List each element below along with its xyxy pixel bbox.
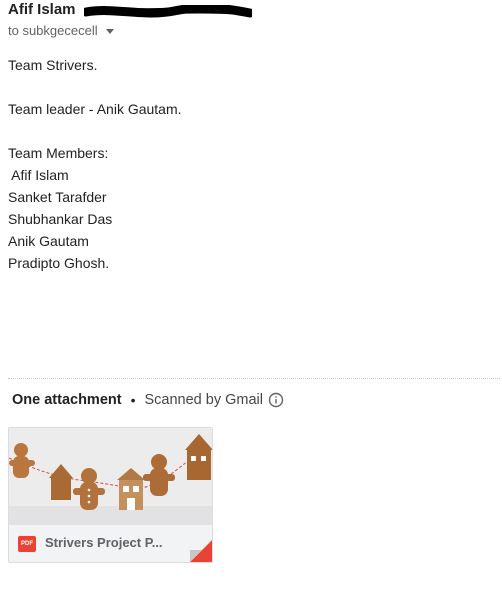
attachment-filename[interactable]: Strivers Project P... xyxy=(45,535,163,550)
body-line: Team Strivers. xyxy=(8,57,98,73)
scanned-label: Scanned by Gmail xyxy=(144,392,263,408)
body-line: Shubhankar Das xyxy=(8,211,113,227)
redacted-email-scribble xyxy=(84,5,252,18)
separator-dot: • xyxy=(130,392,136,408)
pdf-icon: PDF xyxy=(18,536,36,552)
body-line: Team leader - Anik Gautam. xyxy=(8,101,182,117)
body-line: Sanket Tarafder xyxy=(8,189,107,205)
body-line: Afif Islam xyxy=(8,167,69,183)
recipient-label: to subkgececell xyxy=(8,23,98,38)
body-line: Anik Gautam xyxy=(8,233,89,249)
attachments-divider xyxy=(8,378,500,379)
chevron-down-icon[interactable] xyxy=(105,29,114,34)
body-line: Team Members: xyxy=(8,145,109,161)
attachments-header: One attachment • Scanned by Gmail xyxy=(12,392,284,408)
message-body: Team Strivers. Team leader - Anik Gautam… xyxy=(8,54,182,274)
attachment-footer[interactable]: PDF Strivers Project P... xyxy=(9,525,212,562)
attachment-thumbnail[interactable] xyxy=(9,428,212,525)
attachment-card[interactable]: PDF Strivers Project P... xyxy=(8,427,213,563)
page-fold-icon xyxy=(190,540,212,562)
info-icon[interactable] xyxy=(268,392,284,408)
body-line: Pradipto Ghosh. xyxy=(8,255,110,271)
message-header: Afif Islam to subkgececell xyxy=(8,0,498,38)
attachments-title: One attachment xyxy=(12,392,122,408)
recipient-row[interactable]: to subkgececell xyxy=(8,23,114,38)
sender-row: Afif Islam xyxy=(8,0,498,22)
body-line xyxy=(8,76,182,98)
sender-name[interactable]: Afif Islam xyxy=(8,1,76,18)
body-line xyxy=(8,120,182,142)
